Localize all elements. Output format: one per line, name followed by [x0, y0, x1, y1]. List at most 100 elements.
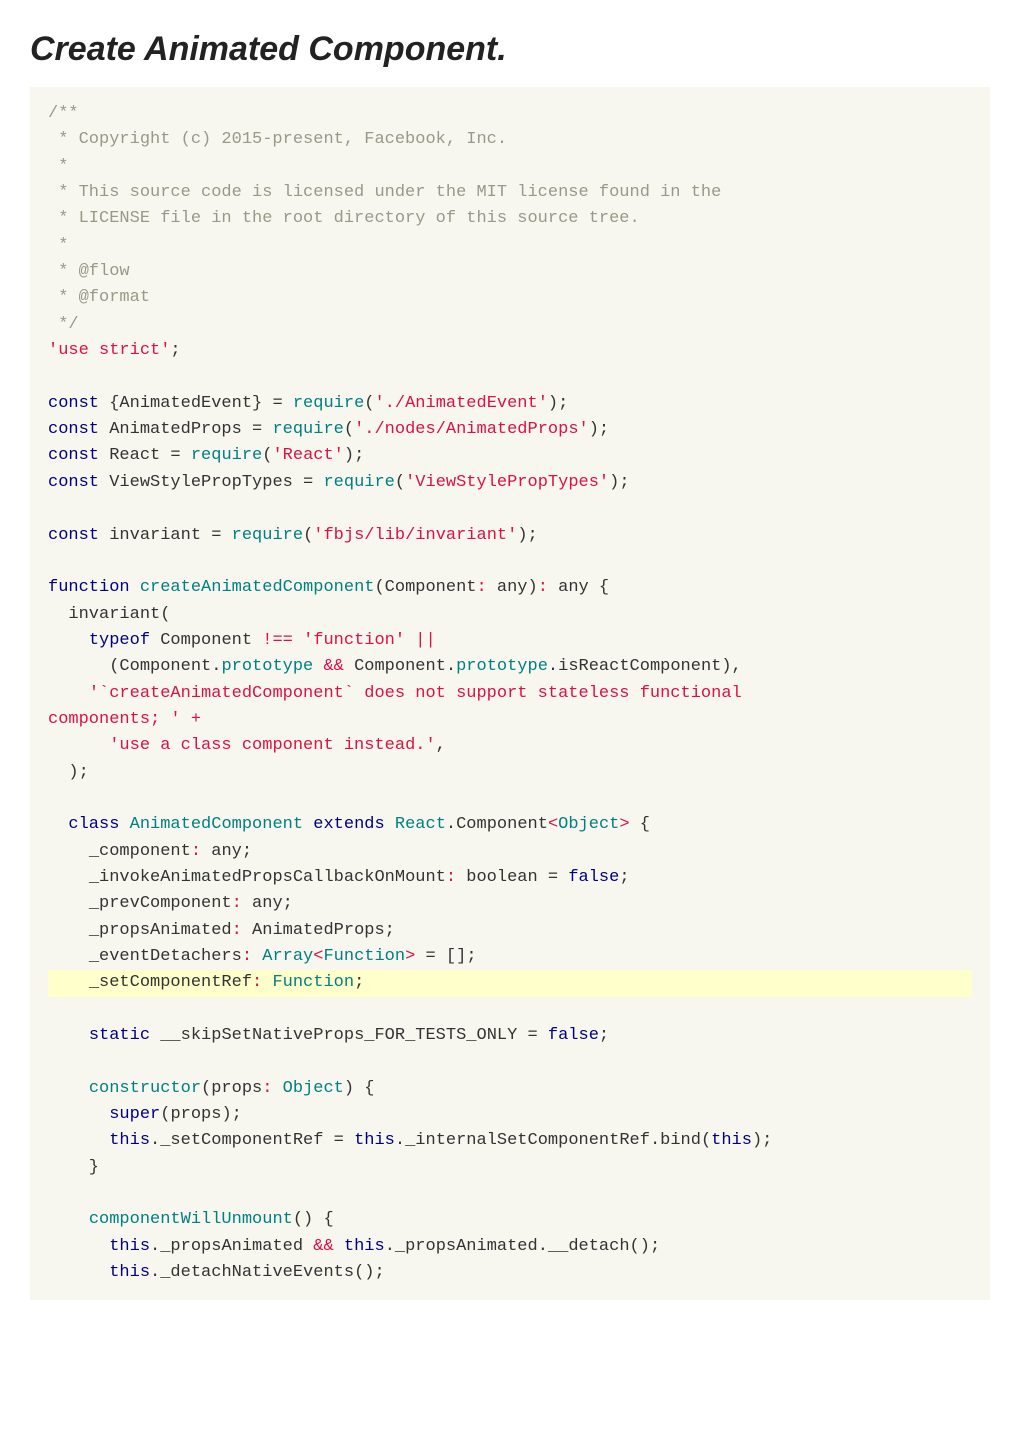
static-kw: static — [89, 1026, 150, 1045]
this-kw: this — [109, 1131, 150, 1150]
prototype-prop: prototype — [221, 657, 313, 676]
comment-line: * @format — [48, 288, 150, 307]
require-path: './nodes/AnimatedProps' — [354, 420, 589, 439]
require-call: require — [232, 526, 303, 545]
comment-line: * @flow — [48, 262, 130, 281]
field-component: _component — [89, 842, 191, 861]
const-kw: const — [48, 473, 99, 492]
type-function: Function — [272, 973, 354, 992]
field-props-animated: _propsAnimated — [89, 921, 232, 940]
op-ne: !== — [262, 631, 293, 650]
function-kw: function — [48, 578, 130, 597]
colon: : — [538, 578, 548, 597]
function-name: createAnimatedComponent — [140, 578, 375, 597]
class-name: AnimatedComponent — [130, 815, 303, 834]
props-animated-prop: ._propsAnimated — [385, 1237, 538, 1256]
field-set-component-ref: _setComponentRef — [89, 973, 252, 992]
op-plus: + — [191, 710, 201, 729]
require-path: 'React' — [272, 446, 343, 465]
field-event-detachers: _eventDetachers — [89, 947, 242, 966]
const-kw: const — [48, 526, 99, 545]
require-call: require — [272, 420, 343, 439]
op-and: && — [313, 1237, 333, 1256]
ctor-param: props — [211, 1079, 262, 1098]
string-function: 'function' — [303, 631, 405, 650]
object-type: Object — [558, 815, 619, 834]
unmount-method: componentWillUnmount — [89, 1210, 293, 1229]
colon: : — [262, 1079, 272, 1098]
page-title: Create Animated Component. — [30, 30, 990, 69]
type-function: Function — [323, 947, 405, 966]
require-call: require — [191, 446, 262, 465]
const-kw: const — [48, 394, 99, 413]
this-kw: this — [109, 1237, 150, 1256]
comment-line: * Copyright (c) 2015-present, Facebook, … — [48, 130, 507, 149]
type-any: any — [211, 842, 242, 861]
colon: : — [446, 868, 456, 887]
prototype-prop: prototype — [456, 657, 548, 676]
error-string-1b: components; ' — [48, 710, 181, 729]
type-boolean: boolean — [466, 868, 537, 887]
static-field: __skipSetNativeProps_FOR_TESTS_ONLY — [160, 1026, 517, 1045]
op-or: || — [415, 631, 435, 650]
error-string-1a: '`createAnimatedComponent` does not supp… — [89, 684, 742, 703]
class-kw: class — [68, 815, 119, 834]
require-path: 'fbjs/lib/invariant' — [313, 526, 517, 545]
gt: > — [405, 947, 415, 966]
super-kw: super — [109, 1105, 160, 1124]
colon: : — [232, 894, 242, 913]
lt: < — [548, 815, 558, 834]
extends-kw: extends — [313, 815, 384, 834]
comment-line: * — [48, 236, 68, 255]
type-any: any — [497, 578, 528, 597]
is-react-component: .isReactComponent), — [548, 657, 742, 676]
field-invoke: _invokeAnimatedPropsCallbackOnMount — [89, 868, 446, 887]
type-object: Object — [283, 1079, 344, 1098]
colon: : — [477, 578, 487, 597]
const-kw: const — [48, 420, 99, 439]
constructor-kw: constructor — [89, 1079, 201, 1098]
set-ref-prop: ._setComponentRef — [150, 1131, 323, 1150]
comment-line: * This source code is licensed under the… — [48, 183, 721, 202]
var-name: invariant — [109, 526, 201, 545]
invariant-call: invariant — [68, 605, 160, 624]
false-literal: false — [568, 868, 619, 887]
props-animated-prop: ._propsAnimated — [150, 1237, 303, 1256]
bind-call: .bind — [650, 1131, 701, 1150]
var-name: {AnimatedEvent} — [109, 394, 262, 413]
require-path: './AnimatedEvent' — [374, 394, 547, 413]
lt: < — [313, 947, 323, 966]
param-name: Component — [385, 578, 477, 597]
require-path: 'ViewStylePropTypes' — [405, 473, 609, 492]
return-type: any — [558, 578, 589, 597]
error-string-2: 'use a class component instead.' — [109, 736, 435, 755]
type-array: Array — [262, 947, 313, 966]
colon: : — [252, 973, 262, 992]
component-prop: .Component — [446, 815, 548, 834]
false-literal: false — [548, 1026, 599, 1045]
internal-ref-prop: ._internalSetComponentRef — [395, 1131, 650, 1150]
colon: : — [232, 921, 242, 940]
eq: = — [528, 1026, 538, 1045]
require-call: require — [323, 473, 394, 492]
var-name: React — [109, 446, 160, 465]
op-and: && — [323, 657, 343, 676]
var-name: AnimatedProps — [109, 420, 242, 439]
const-kw: const — [48, 446, 99, 465]
props-arg: props — [170, 1105, 221, 1124]
react-type: React — [395, 815, 446, 834]
this-kw: this — [711, 1131, 752, 1150]
field-prev: _prevComponent — [89, 894, 232, 913]
colon: : — [242, 947, 252, 966]
type-animated-props: AnimatedProps — [252, 921, 385, 940]
gt: > — [619, 815, 629, 834]
this-kw: this — [354, 1131, 395, 1150]
require-call: require — [293, 394, 364, 413]
this-kw: this — [344, 1237, 385, 1256]
use-strict: 'use strict' — [48, 341, 170, 360]
this-kw: this — [109, 1263, 150, 1282]
comment-line: /** — [48, 104, 79, 123]
detach-call: .__detach — [538, 1237, 630, 1256]
comment-line: */ — [48, 315, 79, 334]
detach-native-call: ._detachNativeEvents — [150, 1263, 354, 1282]
